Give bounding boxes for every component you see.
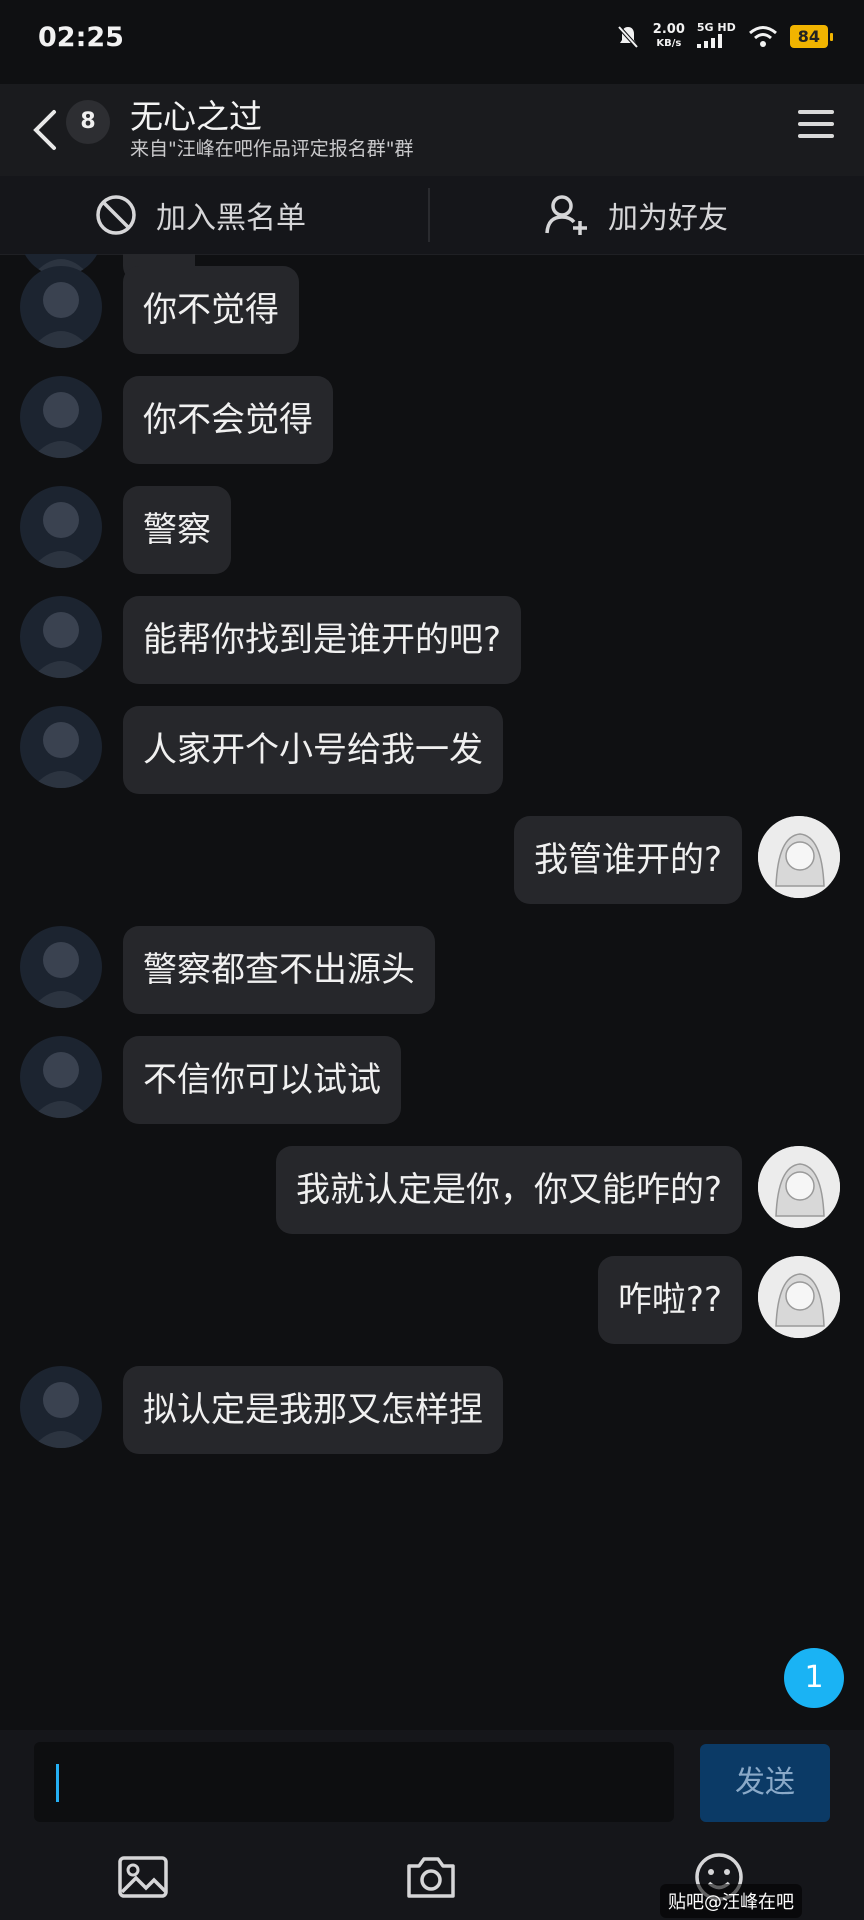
message-item: 我管谁开的?	[0, 816, 864, 916]
message-bubble[interactable]: 我管谁开的?	[513, 816, 742, 904]
message-bubble[interactable]: 我就认定是你，你又能咋的?	[275, 1146, 742, 1234]
watermark: 贴吧@汪峰在吧	[660, 1884, 802, 1918]
status-bar: 02:25 2.00 KB/s 5G HD 84	[0, 0, 864, 84]
message-item: 能帮你找到是谁开的吧?	[0, 596, 864, 696]
message-item: 警察都查不出源头	[0, 926, 864, 1026]
block-label: 加入黑名单	[156, 201, 306, 236]
bottom-toolbar: 贴吧@汪峰在吧	[0, 1834, 864, 1920]
input-bar: 发送	[0, 1730, 864, 1834]
menu-icon[interactable]	[792, 102, 840, 150]
message-bubble[interactable]: 不信你可以试试	[123, 1036, 401, 1124]
sender-avatar[interactable]	[20, 1036, 102, 1118]
message-item: 人家开个小号给我一发	[0, 706, 864, 806]
message-item: 你不觉得	[0, 266, 864, 366]
sender-avatar[interactable]	[20, 926, 102, 1008]
unread-badge[interactable]: 8	[66, 100, 110, 144]
my-avatar[interactable]	[758, 1146, 840, 1228]
sender-avatar[interactable]	[20, 486, 102, 568]
block-icon	[96, 195, 136, 235]
network-type: 5G HD	[696, 22, 736, 51]
new-message-indicator[interactable]: 1	[784, 1648, 844, 1708]
wifi-icon	[748, 25, 777, 47]
add-user-icon	[545, 195, 587, 235]
status-time: 02:25	[38, 22, 124, 53]
my-avatar[interactable]	[758, 1256, 840, 1338]
message-bubble[interactable]: 警察都查不出源头	[123, 926, 435, 1014]
sender-avatar[interactable]	[20, 376, 102, 458]
back-arrow-icon[interactable]	[26, 102, 66, 158]
message-item: 警察	[0, 486, 864, 586]
message-bubble[interactable]: 警察	[123, 486, 231, 574]
sender-avatar[interactable]	[20, 266, 102, 348]
message-bubble[interactable]: 能帮你找到是谁开的吧?	[123, 596, 522, 684]
message-input[interactable]	[34, 1742, 674, 1822]
block-button[interactable]: 加入黑名单	[94, 176, 306, 254]
chat-header: 8 无心之过 来自"汪峰在吧作品评定报名群"群	[0, 84, 864, 176]
message-bubble[interactable]: 咋啦??	[597, 1256, 742, 1344]
sender-avatar[interactable]	[20, 706, 102, 788]
silent-bell-icon	[617, 25, 639, 48]
send-button[interactable]: 发送	[700, 1744, 830, 1822]
sender-avatar[interactable]	[20, 596, 102, 678]
message-bubble[interactable]: 你不会觉得	[123, 376, 333, 464]
my-avatar[interactable]	[758, 816, 840, 898]
action-divider	[428, 188, 430, 242]
add-friend-label: 加为好友	[608, 201, 728, 236]
message-list[interactable]: ... 你不觉得 你不会觉得 警察 能帮你找到是谁开的吧? 人家开个小号给我一发	[0, 254, 864, 1730]
battery-level: 84	[789, 25, 834, 48]
message-item: 拟认定是我那又怎样捏	[0, 1366, 864, 1466]
message-item: 你不会觉得	[0, 376, 864, 476]
message-bubble[interactable]: 你不觉得	[123, 266, 299, 354]
message-item: 不信你可以试试	[0, 1036, 864, 1136]
chat-title: 无心之过	[130, 97, 262, 136]
message-item: 咋啦??	[0, 1256, 864, 1356]
chat-subtitle: 来自"汪峰在吧作品评定报名群"群	[130, 138, 414, 160]
action-bar: 加入黑名单 加为好友	[0, 176, 864, 255]
text-caret	[56, 1764, 59, 1802]
add-friend-button[interactable]: 加为好友	[544, 176, 728, 254]
camera-icon[interactable]	[404, 1850, 458, 1904]
network-speed: 2.00 KB/s	[652, 21, 685, 49]
message-item: 我就认定是你，你又能咋的?	[0, 1146, 864, 1246]
message-bubble[interactable]: 人家开个小号给我一发	[123, 706, 503, 794]
sender-avatar[interactable]	[20, 1366, 102, 1448]
message-bubble[interactable]: 拟认定是我那又怎样捏	[123, 1366, 503, 1454]
status-icons: 2.00 KB/s 5G HD 84	[615, 21, 834, 51]
image-icon[interactable]	[116, 1850, 170, 1904]
signal-icon	[696, 34, 722, 48]
